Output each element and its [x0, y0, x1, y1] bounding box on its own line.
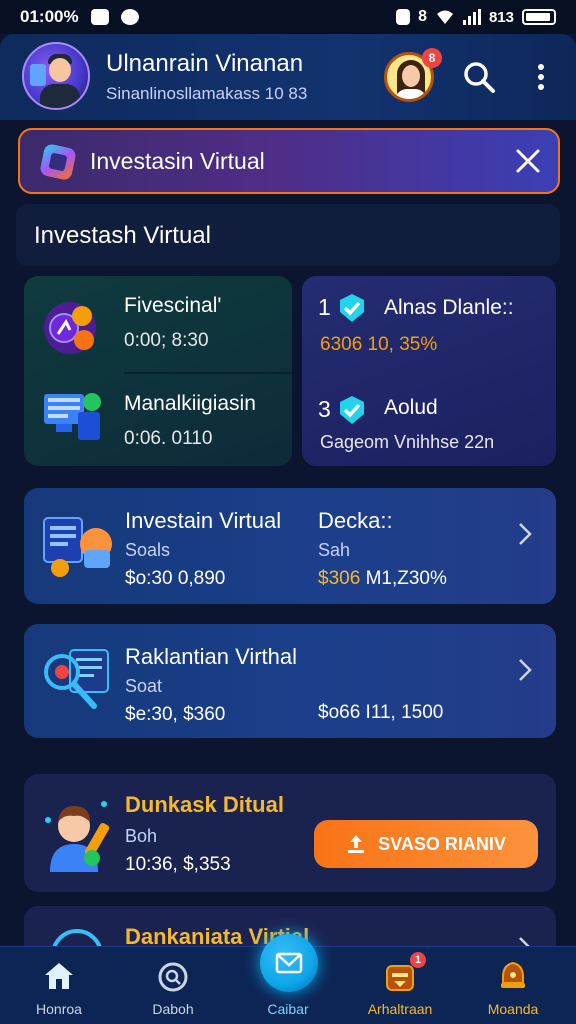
nav-label: Daboh — [152, 1001, 194, 1017]
wallet-icon — [386, 965, 414, 991]
divider — [124, 372, 292, 374]
cube-logo-icon — [39, 143, 77, 181]
banner-title: Investasin Virtual — [90, 148, 265, 174]
wifi-icon — [436, 10, 453, 24]
person-trophy-icon — [45, 801, 110, 872]
card-title: Raklantian Virthal — [125, 644, 298, 669]
close-icon[interactable] — [514, 147, 542, 175]
featured-button-label: SVASO RIANIV — [378, 833, 506, 854]
stat-title: Fivescinal' — [124, 294, 222, 317]
stat-value: 6306 10, 35% — [320, 334, 438, 355]
card-value-rest: M1,Z30% — [365, 568, 447, 589]
stat-title: Manalkiigiasin — [124, 392, 256, 415]
stat-title: Alnas Dlanle:: — [384, 296, 514, 319]
nav-active-indicator[interactable] — [260, 934, 318, 992]
card-subtitle: Soat — [125, 676, 163, 696]
status-right-text: 813 — [488, 8, 514, 26]
stat-value: 0:00; 8:30 — [124, 330, 209, 351]
more-options-icon[interactable] — [536, 62, 546, 92]
stat-number: 3 — [318, 396, 331, 422]
nav-item-search[interactable]: Daboh — [118, 947, 228, 1024]
chevron-right-icon[interactable] — [516, 520, 534, 548]
card-title: Investain Virtual — [125, 508, 282, 533]
nav-badge: 1 — [410, 952, 426, 968]
card-value: $e:30, $360 — [125, 704, 226, 725]
stats-card-right[interactable]: 1 Alnas Dlanle:: 6306 10, 35% 3 Aolud Ga… — [302, 276, 556, 466]
featured-title: Dunkask Ditual — [125, 792, 284, 817]
app-icon — [120, 9, 139, 25]
notification-icon — [90, 9, 109, 25]
battery-icon — [522, 9, 556, 25]
nav-label: Honroa — [36, 1001, 82, 1017]
nav-label: Caibar — [267, 1001, 309, 1017]
user-subtitle: Sinanlinosllamakass 10 83 — [106, 84, 308, 103]
chevron-right-icon[interactable] — [516, 656, 534, 684]
nav-label: Moanda — [487, 1001, 539, 1017]
analytics-magnifier-icon — [44, 649, 109, 709]
nav-item-home[interactable]: Honroa — [4, 947, 114, 1024]
nav-label: Arhaltraan — [367, 1001, 433, 1017]
featured-action-button[interactable]: SVASO RIANIV — [314, 820, 538, 868]
search-circle-icon — [158, 962, 188, 992]
investment-chart-icon — [43, 517, 112, 577]
coins-icon — [44, 302, 96, 354]
card-value: $o:30 0,890 — [125, 568, 226, 589]
notification-badge: 8 — [422, 48, 442, 68]
stat-value: 0:06. 0110 — [124, 428, 213, 449]
check-badge-icon — [340, 294, 364, 322]
card-value-highlight: $306 — [318, 568, 361, 589]
status-left: 01:00% — [20, 7, 139, 27]
profile-avatar[interactable] — [22, 42, 90, 110]
check-badge-icon — [340, 396, 364, 424]
sim-icon — [396, 9, 411, 25]
nav-item-wallet[interactable]: Arhaltraan — [345, 947, 455, 1024]
promo-banner[interactable]: Investasin Virtual — [18, 128, 560, 194]
card-title-right: Decka:: — [318, 508, 393, 533]
alarm-icon: 8 — [418, 8, 427, 25]
card-value-right: $306 M1,Z30% — [318, 568, 447, 590]
card-subtitle: Soals — [125, 540, 171, 560]
featured-subtitle: Boh — [125, 826, 158, 846]
signal-icon — [462, 9, 481, 25]
stat-title: Aolud — [384, 396, 438, 419]
section-title: Investash Virtual — [34, 222, 211, 249]
card-value-right: $o66 I11, 1500 — [318, 702, 444, 723]
stats-card-left[interactable]: Fivescinal' 0:00; 8:30 Manalkiigiasin 0:… — [24, 276, 292, 466]
status-right: 8 813 — [396, 8, 556, 26]
app-header: Ulnanrain Vinanan Sinanlinosllamakass 10… — [0, 34, 576, 120]
stat-value: Gageom Vnihhse 22n — [320, 432, 495, 452]
nav-item-bell[interactable]: Moanda — [458, 947, 568, 1024]
section-header: Investash Virtual — [16, 204, 560, 266]
bell-icon — [501, 961, 525, 988]
analytics-card[interactable]: Raklantian Virthal Soat $e:30, $360 $o66… — [24, 624, 556, 738]
featured-value: 10:36, $,353 — [125, 854, 231, 875]
home-icon — [45, 963, 73, 989]
search-icon[interactable] — [462, 60, 496, 94]
monitor-icon — [44, 393, 101, 440]
status-bar: 01:00% 8 813 — [0, 0, 576, 34]
card-subtitle-right: Sah — [318, 540, 351, 560]
status-time: 01:00% — [20, 7, 79, 26]
mail-icon — [275, 952, 303, 974]
user-name: Ulnanrain Vinanan — [106, 50, 304, 77]
upload-icon — [348, 835, 365, 853]
investment-card[interactable]: Investain Virtual Soals $o:30 0,890 Deck… — [24, 488, 556, 604]
stat-number: 1 — [318, 294, 331, 320]
